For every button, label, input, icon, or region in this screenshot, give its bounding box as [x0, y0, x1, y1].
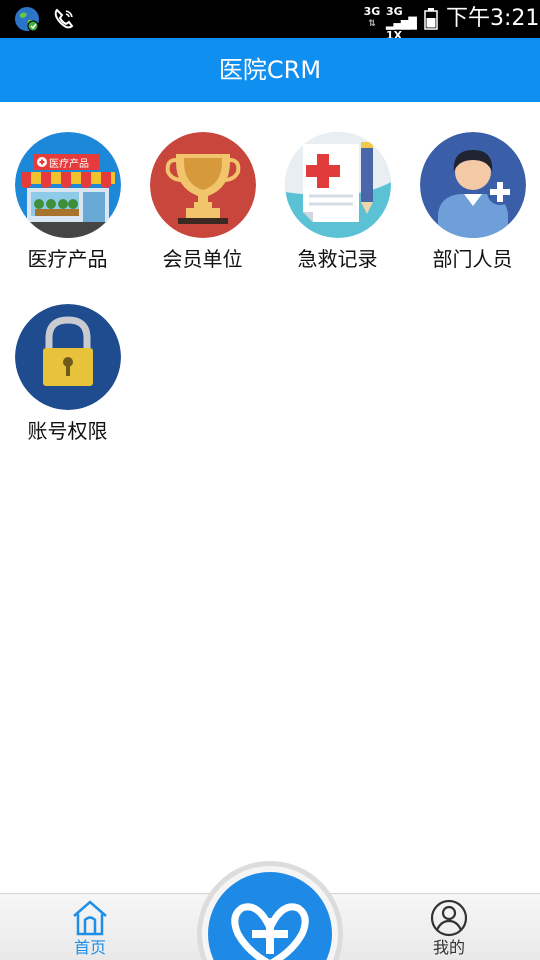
center-action-button[interactable]: [196, 860, 344, 960]
globe-icon: [15, 7, 39, 32]
app-label: 账号权限: [27, 419, 108, 443]
app-screen: 3G ⇅ 3G ▂▄▆█ 1X ▂▄▆█ 下午3:21 医院CRM 医疗产品: [0, 0, 540, 960]
status-bar: 3G ⇅ 3G ▂▄▆█ 1X ▂▄▆█ 下午3:21: [0, 0, 540, 54]
signal-3g-1x-icon: 3G ▂▄▆█ 1X ▂▄▆█: [386, 5, 417, 54]
network-type-label: 3G: [363, 5, 381, 18]
app-label: 会员单位: [162, 247, 243, 271]
home-icon: [73, 900, 107, 936]
add-user-icon: [420, 132, 526, 238]
app-label: 急救记录: [297, 247, 378, 271]
page-title: 医院CRM: [218, 56, 322, 84]
app-account-permissions[interactable]: 账号权限: [0, 304, 135, 474]
user-icon: [430, 899, 468, 937]
battery-icon: [424, 8, 438, 30]
trophy-icon: [150, 132, 256, 238]
padlock-icon: [15, 304, 121, 410]
tab-home[interactable]: 首页: [30, 894, 150, 960]
heart-cross-icon: [197, 861, 343, 960]
signal-3g-icon: 3G ⇅: [363, 5, 381, 30]
app-label: 医疗产品: [27, 247, 108, 271]
app-medical-products[interactable]: 医疗产品 医疗产品: [0, 132, 135, 302]
app-member-units[interactable]: 会员单位: [135, 132, 270, 302]
medical-record-icon: [285, 132, 391, 238]
app-label: 部门人员: [432, 247, 513, 271]
app-department-staff[interactable]: 部门人员: [405, 132, 540, 302]
tab-label: 我的: [432, 938, 465, 957]
app-emergency-records[interactable]: 急救记录: [270, 132, 405, 302]
app-header: 医院CRM: [0, 38, 540, 102]
tab-mine[interactable]: 我的: [389, 894, 509, 960]
phone-call-icon: [54, 8, 74, 29]
status-clock: 下午3:21: [446, 6, 540, 31]
medical-store-icon: 医疗产品: [15, 132, 121, 238]
tab-label: 首页: [73, 938, 106, 957]
store-sign-text: 医疗产品: [49, 157, 89, 170]
